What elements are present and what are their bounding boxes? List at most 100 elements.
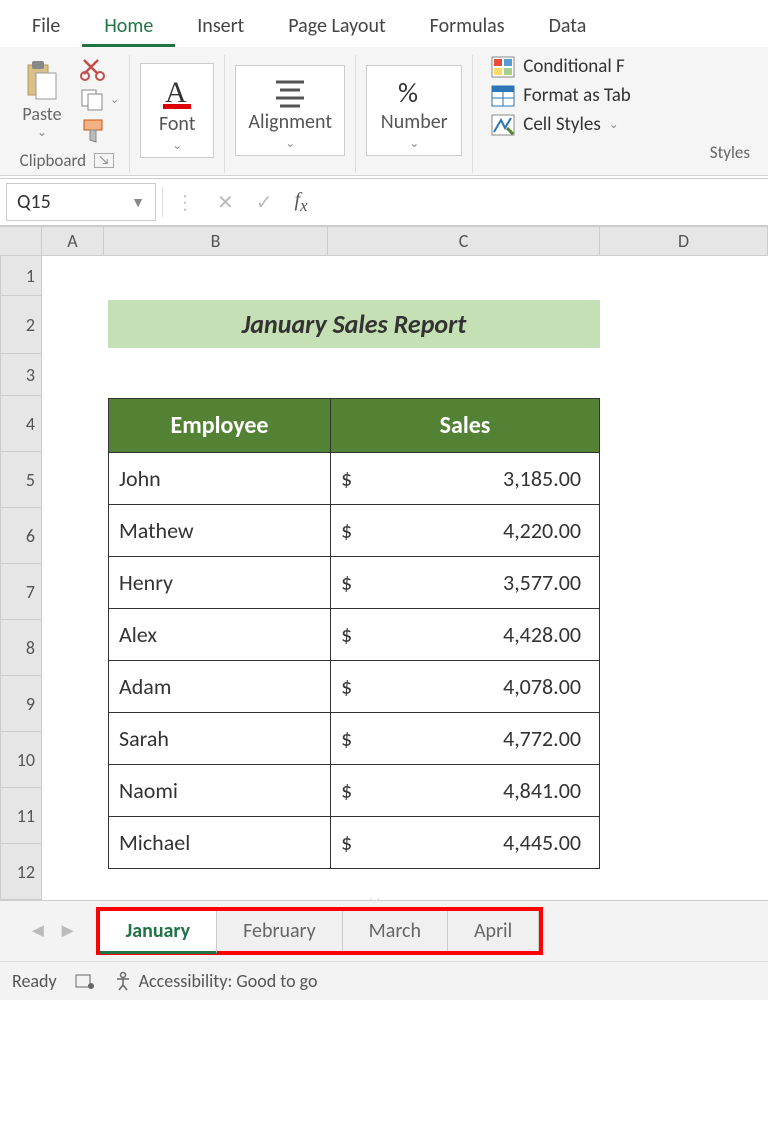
macro-record-icon[interactable] — [75, 972, 95, 990]
sheet-tab-january[interactable]: January — [100, 911, 218, 954]
formula-input[interactable] — [320, 196, 768, 208]
cut-button[interactable] — [80, 56, 119, 82]
sheet-tab-march[interactable]: March — [343, 911, 448, 951]
cell-currency[interactable]: $ — [331, 453, 371, 505]
cell-styles-label: Cell Styles — [523, 113, 601, 136]
fx-icon[interactable]: fx — [295, 189, 308, 216]
percent-icon: % — [394, 74, 434, 110]
cell-employee[interactable]: Michael — [109, 817, 331, 869]
tab-nav: ◄ ► — [10, 919, 96, 943]
row-header[interactable]: 5 — [0, 452, 42, 508]
col-header-a[interactable]: A — [42, 226, 104, 256]
paintbrush-icon — [80, 118, 108, 144]
group-clipboard: Paste ⌄ ⌄ Clipboard ↘ — [4, 55, 130, 173]
cell-employee[interactable]: Naomi — [109, 765, 331, 817]
tab-data[interactable]: Data — [527, 8, 609, 47]
alignment-dropdown[interactable]: Alignment ⌄ — [235, 65, 345, 156]
clipboard-group-label: Clipboard — [20, 150, 86, 171]
table-row: Adam$4,078.00 — [109, 661, 600, 713]
cell-styles-button[interactable]: Cell Styles ⌄ — [491, 113, 631, 136]
chevron-down-icon: ⌄ — [172, 138, 182, 153]
sheet-tab-april[interactable]: April — [448, 911, 539, 951]
tab-file[interactable]: File — [10, 8, 82, 47]
row-header[interactable]: 6 — [0, 508, 42, 564]
tab-home[interactable]: Home — [82, 8, 175, 47]
cell-sales[interactable]: 4,428.00 — [371, 609, 600, 661]
row-header[interactable]: 10 — [0, 732, 42, 788]
group-styles: Conditional F Format as Tab Cell Styles … — [473, 55, 764, 173]
col-header-c[interactable]: C — [328, 226, 600, 256]
row-header[interactable]: 9 — [0, 676, 42, 732]
cell-employee[interactable]: Henry — [109, 557, 331, 609]
cell-currency[interactable]: $ — [331, 817, 371, 869]
cell-sales[interactable]: 4,772.00 — [371, 713, 600, 765]
tab-formulas[interactable]: Formulas — [408, 8, 527, 47]
format-painter-button[interactable] — [80, 118, 119, 144]
column-header-row: A B C D — [0, 226, 768, 256]
svg-text:%: % — [398, 75, 418, 110]
font-dropdown[interactable]: A Font ⌄ — [140, 63, 214, 158]
group-font: A Font ⌄ — [130, 55, 225, 173]
report-title: January Sales Report — [108, 300, 600, 348]
cell-sales[interactable]: 4,841.00 — [371, 765, 600, 817]
conditional-formatting-button[interactable]: Conditional F — [491, 55, 631, 78]
cell-sales[interactable]: 4,078.00 — [371, 661, 600, 713]
cell-currency[interactable]: $ — [331, 609, 371, 661]
sheet-tab-february[interactable]: February — [217, 911, 343, 951]
cells-area[interactable]: January Sales Report Employee Sales John… — [42, 256, 768, 900]
select-all-corner[interactable] — [0, 226, 42, 256]
paste-button[interactable]: Paste ⌄ — [14, 55, 70, 144]
cancel-icon[interactable]: ✕ — [217, 190, 234, 215]
accessibility-status[interactable]: Accessibility: Good to go — [113, 970, 318, 992]
table-row: Michael$4,445.00 — [109, 817, 600, 869]
row-header[interactable]: 12 — [0, 844, 42, 900]
prev-sheet-icon[interactable]: ◄ — [28, 919, 48, 943]
row-header[interactable]: 8 — [0, 620, 42, 676]
header-sales: Sales — [331, 399, 600, 453]
row-header[interactable]: 4 — [0, 396, 42, 452]
dots-icon[interactable]: ⋮ — [175, 190, 195, 215]
copy-button[interactable]: ⌄ — [80, 88, 119, 112]
number-dropdown[interactable]: % Number ⌄ — [366, 65, 462, 156]
cell-currency[interactable]: $ — [331, 765, 371, 817]
accessibility-label: Accessibility: Good to go — [139, 970, 318, 992]
format-as-table-button[interactable]: Format as Tab — [491, 84, 631, 107]
enter-icon[interactable]: ✓ — [256, 190, 273, 215]
cell-currency[interactable]: $ — [331, 557, 371, 609]
dropdown-icon[interactable]: ▼ — [131, 194, 145, 211]
row-header[interactable]: 3 — [0, 354, 42, 396]
cell-sales[interactable]: 3,185.00 — [371, 453, 600, 505]
cell-sales[interactable]: 4,445.00 — [371, 817, 600, 869]
grid-body: 1 2 3 4 5 6 7 8 9 10 11 12 January Sales… — [0, 256, 768, 900]
row-header[interactable]: 7 — [0, 564, 42, 620]
row-header[interactable]: 1 — [0, 256, 42, 296]
name-box[interactable]: Q15 ▼ — [6, 183, 156, 221]
cell-currency[interactable]: $ — [331, 661, 371, 713]
cell-employee[interactable]: Alex — [109, 609, 331, 661]
alignment-label: Alignment — [248, 110, 332, 134]
cell-sales[interactable]: 3,577.00 — [371, 557, 600, 609]
paste-label: Paste — [22, 103, 61, 125]
row-header[interactable]: 11 — [0, 788, 42, 844]
cell-sales[interactable]: 4,220.00 — [371, 505, 600, 557]
cell-currency[interactable]: $ — [331, 713, 371, 765]
table-row: Naomi$4,841.00 — [109, 765, 600, 817]
tab-insert[interactable]: Insert — [175, 8, 266, 47]
next-sheet-icon[interactable]: ► — [58, 919, 78, 943]
chevron-down-icon: ⌄ — [37, 125, 47, 140]
row-header[interactable]: 2 — [0, 296, 42, 354]
status-bar: Ready Accessibility: Good to go — [0, 961, 768, 1000]
tab-page-layout[interactable]: Page Layout — [266, 8, 407, 47]
cell-employee[interactable]: Mathew — [109, 505, 331, 557]
cell-styles-icon — [491, 114, 515, 136]
clipboard-dialog-launcher[interactable]: ↘ — [94, 153, 113, 168]
cell-employee[interactable]: John — [109, 453, 331, 505]
chevron-down-icon: ⌄ — [285, 136, 295, 151]
cell-employee[interactable]: Adam — [109, 661, 331, 713]
cell-currency[interactable]: $ — [331, 505, 371, 557]
col-header-d[interactable]: D — [600, 226, 768, 256]
col-header-b[interactable]: B — [104, 226, 328, 256]
status-ready: Ready — [12, 970, 57, 992]
format-table-icon — [491, 85, 515, 107]
cell-employee[interactable]: Sarah — [109, 713, 331, 765]
